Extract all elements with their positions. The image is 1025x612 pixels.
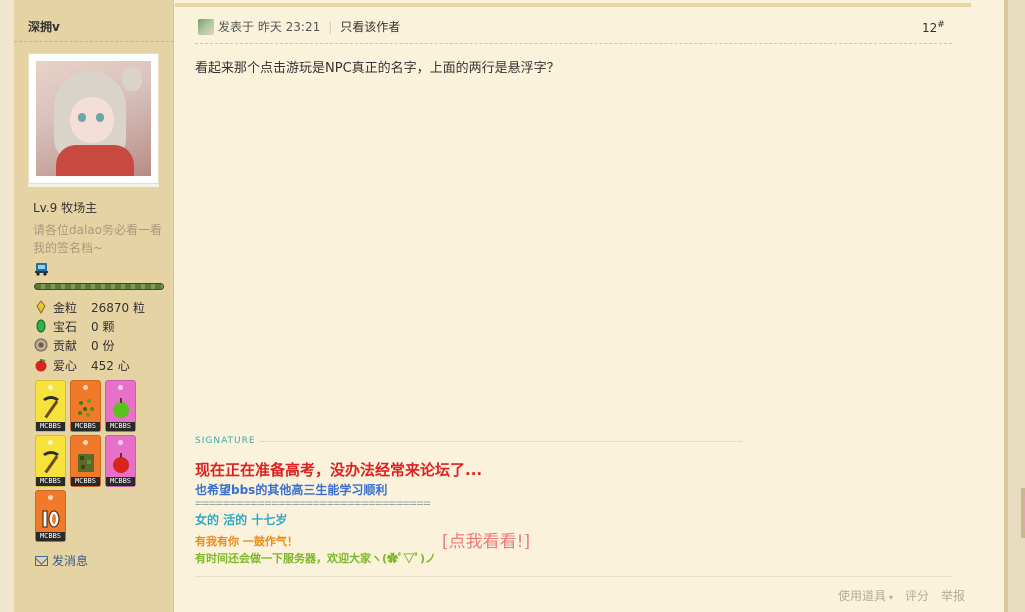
signature-line: 有时间还会做一下服务器，欢迎大家ヽ(✿ﾟ▽ﾟ)ノ: [195, 552, 437, 565]
medal-pickaxe-yellow-2[interactable]: MCBBS: [35, 435, 66, 487]
post-meta: 发表于 昨天 23:21 | 只看该作者: [198, 18, 400, 35]
medal-tag: MCBBS: [106, 477, 135, 486]
stat-value: 26870 粒: [91, 300, 145, 315]
avatar-image: [36, 61, 151, 176]
green-apple-icon: [113, 398, 129, 418]
avatar[interactable]: [28, 53, 159, 184]
post-content-area: 发表于 昨天 23:21 | 只看该作者 12# 看起来那个点击游玩是NPC真正…: [175, 0, 1004, 612]
author-profile-sidebar: 深拥v Lv.9 牧场主 请各位dalao务必看一看我的签名档~ 金粒 2687…: [14, 0, 174, 612]
send-message-label: 发消息: [52, 554, 89, 568]
stat-label: 宝石: [53, 319, 78, 334]
medal-tag: MCBBS: [36, 532, 65, 541]
signature-label-text: SIGNATURE: [195, 436, 256, 446]
contribution-icon: [34, 338, 48, 352]
post-timestamp: 发表于 昨天 23:21: [218, 20, 321, 34]
apple-heart-icon: [35, 359, 47, 372]
medal-apple-pink-2[interactable]: MCBBS: [105, 435, 136, 487]
chevron-down-icon: ▾: [889, 593, 894, 602]
emerald-icon: [36, 319, 46, 333]
meta-separator: |: [328, 19, 333, 34]
user-level[interactable]: Lv.9 牧场主: [33, 199, 97, 216]
use-item-button[interactable]: 使用道具 ▾: [826, 587, 893, 604]
report-button[interactable]: 举报: [941, 587, 965, 604]
medal-tag: MCBBS: [106, 422, 135, 431]
floor-number[interactable]: 12#: [922, 20, 945, 35]
divider: [195, 576, 952, 577]
pickaxe-icon: [43, 451, 59, 474]
gold-nugget-icon: [36, 300, 46, 314]
medal-tag: MCBBS: [36, 477, 65, 486]
author-name[interactable]: 深拥v: [28, 18, 60, 35]
red-apple-icon: [113, 453, 129, 473]
envelope-icon: [35, 555, 48, 566]
signature-divider: [259, 440, 742, 442]
medal-leaves-orange[interactable]: MCBBS: [70, 435, 101, 487]
user-tagline: 请各位dalao务必看一看我的签名档~: [33, 223, 163, 255]
signature-line: 有我有你 一鼓作气！: [195, 535, 298, 548]
level-progress-bar: [34, 283, 164, 290]
signature-line: ==================================: [195, 496, 431, 510]
stat-value: 0 颗: [91, 319, 115, 334]
post-actions: 使用道具 ▾ 评分 举报: [814, 587, 965, 604]
minecart-icon: [34, 262, 49, 276]
floor-number-suffix: #: [937, 20, 945, 30]
poster-mini-avatar[interactable]: [198, 18, 214, 35]
post-top-border: [175, 3, 971, 7]
divider: [14, 41, 174, 42]
medal-tag: MCBBS: [36, 422, 65, 431]
stat-value: 452 心: [91, 358, 130, 373]
floor-number-value: 12: [922, 21, 938, 35]
stat-love[interactable]: 爱心 452 心: [34, 356, 130, 374]
medal-pickaxe-yellow[interactable]: MCBBS: [35, 380, 66, 432]
medal-tag: MCBBS: [71, 422, 100, 431]
signature-label: SIGNATURE: [195, 436, 742, 446]
stat-gold[interactable]: 金粒 26870 粒: [34, 298, 145, 316]
stat-value: 0 份: [91, 338, 115, 353]
seeds-icon: [78, 399, 94, 417]
medal-ten-orange[interactable]: MCBBS: [35, 490, 66, 542]
signature-link[interactable]: [点我看看!]: [442, 527, 530, 552]
avatar-shadow: [28, 184, 159, 187]
only-author-link[interactable]: 只看该作者: [340, 18, 400, 35]
stat-contribution[interactable]: 贡献 0 份: [34, 336, 114, 354]
stat-label: 爱心: [53, 358, 78, 373]
medal-seeds-orange[interactable]: MCBBS: [70, 380, 101, 432]
signature-line: 女的 活的 十七岁: [195, 513, 288, 527]
stat-label: 金粒: [53, 300, 78, 315]
scrollbar-track[interactable]: [1004, 0, 1025, 612]
send-message-button[interactable]: 发消息: [35, 552, 88, 569]
medal-tag: MCBBS: [71, 477, 100, 486]
stat-gem[interactable]: 宝石 0 颗: [34, 317, 114, 335]
stat-label: 贡献: [53, 338, 78, 353]
level-progress-fill: [35, 284, 163, 289]
use-item-label: 使用道具: [838, 589, 887, 603]
divider: [195, 43, 952, 44]
pickaxe-icon: [43, 396, 59, 419]
medal-apple-pink[interactable]: MCBBS: [105, 380, 136, 432]
signature-line: 现在正在准备高考，没办法经常来论坛了...: [195, 461, 483, 479]
rate-button[interactable]: 评分: [905, 587, 929, 604]
leaves-icon: [78, 454, 94, 472]
post-body: 看起来那个点击游玩是NPC真正的名字，上面的两行是悬浮字？: [195, 61, 560, 76]
ten-icon: [42, 510, 60, 528]
